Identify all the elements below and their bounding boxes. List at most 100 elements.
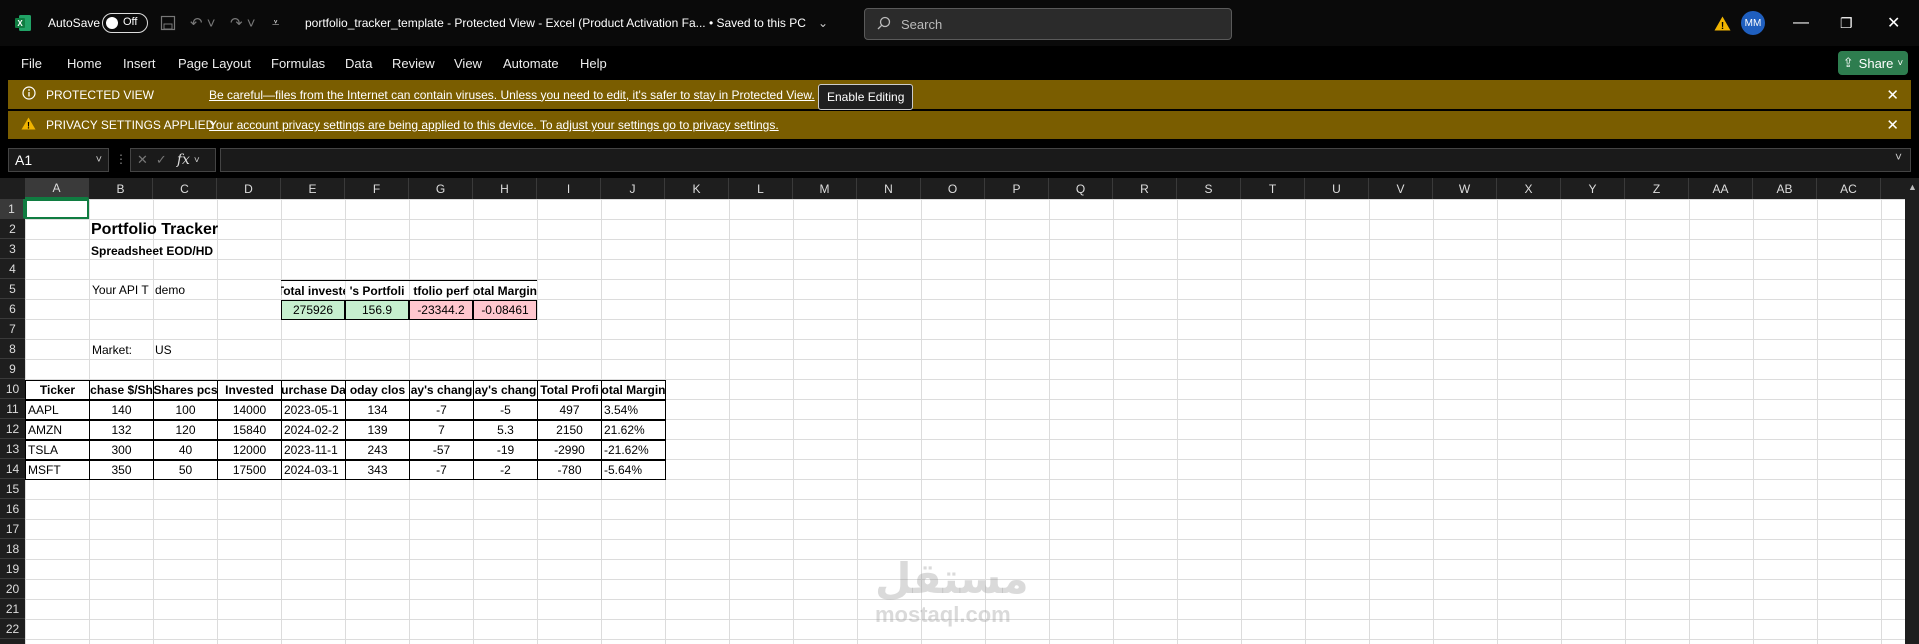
table-header[interactable]: Ticker: [25, 380, 90, 400]
minimize-icon[interactable]: —: [1793, 0, 1809, 46]
column-header[interactable]: B: [89, 178, 153, 199]
row-header[interactable]: 3: [0, 239, 25, 259]
row-header[interactable]: 1: [0, 199, 25, 219]
column-header[interactable]: W: [1433, 178, 1497, 199]
active-cell-a1[interactable]: [25, 199, 89, 219]
table-cell[interactable]: TSLA: [25, 440, 90, 460]
row-header[interactable]: 13: [0, 439, 25, 459]
row-header[interactable]: 2: [0, 219, 25, 239]
row-header[interactable]: 5: [0, 279, 25, 299]
column-header[interactable]: L: [729, 178, 793, 199]
table-header[interactable]: oday clos: [345, 380, 410, 400]
column-header[interactable]: D: [217, 178, 281, 199]
cell-area[interactable]: Portfolio Tracker Spreadsheet EOD/HD You…: [25, 199, 1905, 644]
table-cell[interactable]: 3.54%: [601, 400, 666, 420]
more-options-icon[interactable]: ⋮: [115, 152, 127, 166]
tab-page-layout[interactable]: Page Layout: [178, 46, 251, 80]
document-title[interactable]: portfolio_tracker_template - Protected V…: [305, 0, 806, 46]
table-cell[interactable]: 14000: [217, 400, 282, 420]
table-cell[interactable]: -19: [473, 440, 538, 460]
enter-check-icon[interactable]: ✓: [156, 152, 167, 168]
table-cell[interactable]: 2023-05-1: [281, 400, 346, 420]
table-header[interactable]: urchase Da: [281, 380, 346, 400]
table-cell[interactable]: 12000: [217, 440, 282, 460]
table-header[interactable]: Invested: [217, 380, 282, 400]
table-cell[interactable]: AMZN: [25, 420, 90, 440]
table-cell[interactable]: 132: [89, 420, 154, 440]
table-cell[interactable]: 243: [345, 440, 410, 460]
row-header[interactable]: 22: [0, 619, 25, 639]
column-header[interactable]: Y: [1561, 178, 1625, 199]
row-header[interactable]: 14: [0, 459, 25, 479]
market-label[interactable]: Market:: [90, 340, 154, 360]
tab-help[interactable]: Help: [580, 46, 607, 80]
summary-header[interactable]: otal Margin: [473, 280, 537, 300]
row-header[interactable]: 17: [0, 519, 25, 539]
summary-header[interactable]: tfolio perf: [409, 280, 473, 300]
tab-formulas[interactable]: Formulas: [271, 46, 325, 80]
table-cell[interactable]: 343: [345, 460, 410, 480]
summary-header[interactable]: Total investe: [281, 280, 345, 300]
table-cell[interactable]: 120: [153, 420, 218, 440]
table-cell[interactable]: 2150: [537, 420, 602, 440]
api-label[interactable]: Your API T: [90, 280, 154, 300]
row-header[interactable]: 10: [0, 379, 25, 399]
table-cell[interactable]: 50: [153, 460, 218, 480]
column-header[interactable]: Z: [1625, 178, 1689, 199]
table-cell[interactable]: 40: [153, 440, 218, 460]
table-cell[interactable]: -7: [409, 400, 474, 420]
name-box[interactable]: A1 ˅: [8, 148, 109, 172]
column-header[interactable]: A: [25, 178, 89, 199]
table-cell[interactable]: -7: [409, 460, 474, 480]
column-header[interactable]: O: [921, 178, 985, 199]
market-value[interactable]: US: [153, 340, 217, 360]
table-cell[interactable]: 497: [537, 400, 602, 420]
column-header[interactable]: X: [1497, 178, 1561, 199]
table-cell[interactable]: -57: [409, 440, 474, 460]
avatar[interactable]: MM: [1741, 0, 1765, 46]
row-header[interactable]: 9: [0, 359, 25, 379]
table-cell[interactable]: AAPL: [25, 400, 90, 420]
column-header[interactable]: T: [1241, 178, 1305, 199]
table-cell[interactable]: 2023-11-1: [281, 440, 346, 460]
table-header[interactable]: Total Profi: [537, 380, 602, 400]
column-header[interactable]: M: [793, 178, 857, 199]
row-header[interactable]: 18: [0, 539, 25, 559]
tab-insert[interactable]: Insert: [123, 46, 156, 80]
table-cell[interactable]: 2024-02-2: [281, 420, 346, 440]
table-cell[interactable]: 5.3: [473, 420, 538, 440]
column-header[interactable]: AC: [1817, 178, 1881, 199]
column-header[interactable]: S: [1177, 178, 1241, 199]
row-header[interactable]: 12: [0, 419, 25, 439]
privacy-message[interactable]: Your account privacy settings are being …: [209, 118, 779, 132]
table-cell[interactable]: 17500: [217, 460, 282, 480]
title-chevron-down-icon[interactable]: ⌄: [818, 0, 828, 46]
row-header[interactable]: 16: [0, 499, 25, 519]
row-header[interactable]: 19: [0, 559, 25, 579]
table-cell[interactable]: 100: [153, 400, 218, 420]
tab-automate[interactable]: Automate: [503, 46, 559, 80]
table-cell[interactable]: 21.62%: [601, 420, 666, 440]
table-cell[interactable]: 139: [345, 420, 410, 440]
table-header[interactable]: ay's chang: [409, 380, 474, 400]
table-cell[interactable]: 15840: [217, 420, 282, 440]
warning-icon[interactable]: !: [1714, 0, 1731, 46]
row-header[interactable]: 11: [0, 399, 25, 419]
redo-icon[interactable]: ↷ ˅: [230, 0, 256, 46]
table-cell[interactable]: MSFT: [25, 460, 90, 480]
row-header[interactable]: 21: [0, 599, 25, 619]
column-header[interactable]: E: [281, 178, 345, 199]
close-privacy-bar-icon[interactable]: ✕: [1886, 116, 1899, 134]
protected-view-message[interactable]: Be careful—files from the Internet can c…: [209, 88, 815, 102]
summary-value[interactable]: -0.08461: [473, 300, 537, 320]
scroll-up-icon[interactable]: ▲: [1908, 182, 1917, 192]
summary-value[interactable]: 275926: [281, 300, 345, 320]
table-cell[interactable]: 7: [409, 420, 474, 440]
table-cell[interactable]: 300: [89, 440, 154, 460]
table-cell[interactable]: 140: [89, 400, 154, 420]
undo-icon[interactable]: ↶ ˅: [190, 0, 216, 46]
search-box[interactable]: Search: [864, 8, 1232, 40]
column-header[interactable]: P: [985, 178, 1049, 199]
sheet-subtitle[interactable]: Spreadsheet EOD/HD: [89, 241, 289, 261]
row-header[interactable]: 4: [0, 259, 25, 279]
